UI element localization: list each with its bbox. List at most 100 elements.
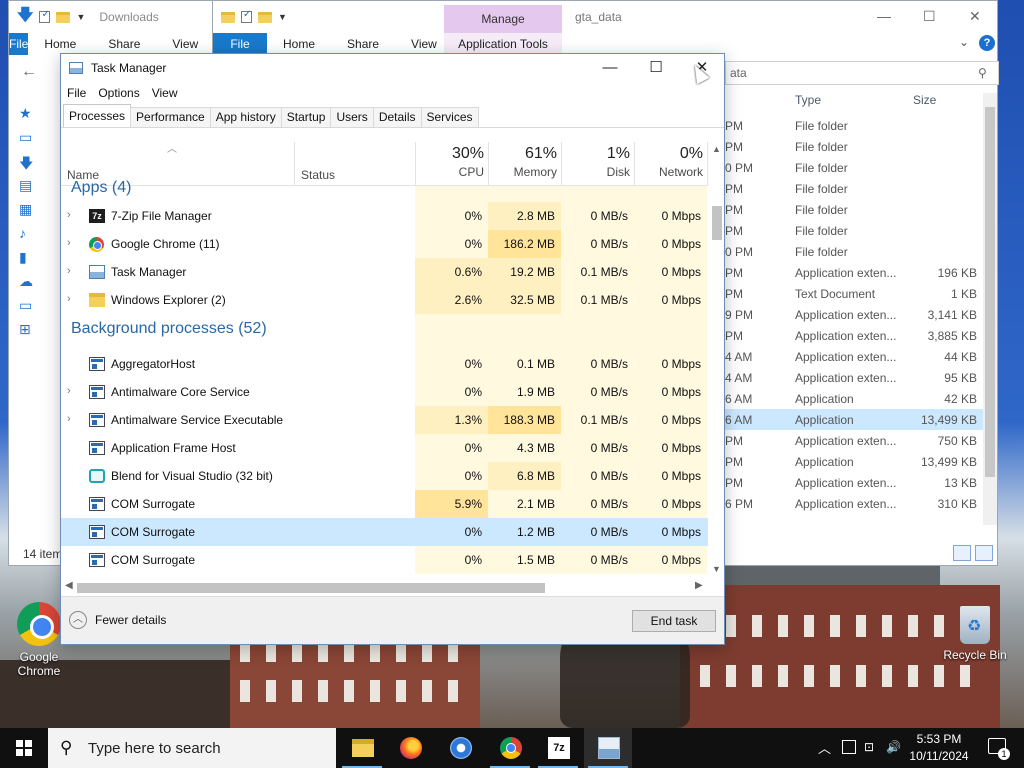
- file-row[interactable]: PM File folder: [725, 199, 995, 220]
- process-row[interactable]: › Google Chrome (11) 0% 186.2 MB 0 MB/s 0 Mbp…: [61, 230, 708, 258]
- large-icons-view-button[interactable]: [975, 545, 993, 561]
- process-table-vertical-scrollbar[interactable]: ▲ ▼: [708, 142, 724, 579]
- file-row[interactable]: PM Application exten... 3,885 KB: [725, 325, 995, 346]
- tab-manage[interactable]: Manage: [444, 5, 562, 33]
- file-row[interactable]: 0 PM File folder: [725, 157, 995, 178]
- file-row[interactable]: 6 AM Application 13,499 KB: [725, 409, 995, 430]
- expand-chevron-icon[interactable]: ›: [67, 265, 71, 277]
- file-list-scrollbar[interactable]: [983, 93, 997, 525]
- back-arrow-icon[interactable]: ←: [21, 63, 37, 81]
- music-icon[interactable]: ♪: [19, 225, 59, 249]
- tab-file[interactable]: File: [9, 33, 29, 55]
- this-pc-icon[interactable]: ▭: [19, 297, 59, 321]
- file-row[interactable]: PM Application exten... 750 KB: [725, 430, 995, 451]
- process-row[interactable]: › Antimalware Service Executable 1.3% 188.3…: [61, 406, 708, 434]
- taskbar-firefox[interactable]: [386, 728, 434, 768]
- application-tools-label[interactable]: Application Tools: [444, 33, 562, 55]
- file-row[interactable]: PM File folder: [725, 220, 995, 241]
- file-row[interactable]: PM Application exten... 13 KB: [725, 472, 995, 493]
- properties-icon[interactable]: [241, 9, 252, 23]
- tab-processes[interactable]: Processes: [63, 104, 132, 127]
- close-button[interactable]: ✕: [969, 8, 981, 25]
- minimize-button[interactable]: —: [877, 8, 891, 24]
- title-bar[interactable]: Task Manager — ☐ ✕: [61, 54, 724, 82]
- show-hidden-icons-icon[interactable]: ︿: [818, 738, 831, 757]
- chevron-down-icon[interactable]: ▼: [76, 12, 85, 22]
- start-button[interactable]: [0, 728, 48, 768]
- process-row[interactable]: › Antimalware Core Service 0% 1.9 MB 0 MB/s 0…: [61, 378, 708, 406]
- tab-view[interactable]: View: [156, 33, 214, 55]
- scroll-thumb[interactable]: [77, 583, 545, 593]
- star-icon[interactable]: ★: [19, 105, 59, 129]
- column-type[interactable]: Type: [795, 93, 913, 115]
- taskbar-chrome[interactable]: [486, 728, 534, 768]
- chevron-down-icon[interactable]: ▼: [278, 12, 287, 22]
- new-folder-icon[interactable]: [258, 11, 272, 23]
- expand-chevron-icon[interactable]: ›: [67, 293, 71, 305]
- taskbar-browser[interactable]: [436, 728, 484, 768]
- desktop-icon[interactable]: ▭: [19, 129, 59, 153]
- file-row[interactable]: 6 PM Application exten... 310 KB: [725, 493, 995, 514]
- properties-icon[interactable]: [39, 9, 51, 23]
- process-row[interactable]: COM Surrogate 0% 1.2 MB 0 MB/s 0 Mbps: [61, 518, 708, 546]
- new-folder-icon[interactable]: [56, 11, 71, 23]
- tab-app-history[interactable]: App history: [209, 107, 282, 127]
- downloads-icon[interactable]: 🡇: [19, 153, 59, 177]
- maximize-button[interactable]: ☐: [633, 54, 679, 82]
- network-icon[interactable]: ⊡: [864, 740, 878, 754]
- network-icon[interactable]: ⊞: [19, 321, 59, 345]
- task-manager-window[interactable]: Task Manager — ☐ ✕ File Options View Pro…: [60, 53, 725, 645]
- documents-icon[interactable]: ▤: [19, 177, 59, 201]
- file-row[interactable]: PM File folder: [725, 136, 995, 157]
- column-cpu[interactable]: 30% CPU: [415, 142, 488, 179]
- taskbar-task-manager[interactable]: [584, 728, 632, 768]
- file-row[interactable]: 4 AM Application exten... 44 KB: [725, 346, 995, 367]
- file-row[interactable]: 4 AM Application exten... 95 KB: [725, 367, 995, 388]
- process-row[interactable]: › Windows Explorer (2) 2.6% 32.5 MB 0.1 MB/s…: [61, 286, 708, 314]
- file-row[interactable]: 0 PM File folder: [725, 241, 995, 262]
- pictures-icon[interactable]: ▦: [19, 201, 59, 225]
- process-row[interactable]: › 7z 7-Zip File Manager 0% 2.8 MB 0 MB/s 0 Mbp…: [61, 202, 708, 230]
- ribbon-expand-icon[interactable]: ⌄: [959, 35, 969, 49]
- tab-performance[interactable]: Performance: [130, 107, 211, 127]
- column-status[interactable]: Status: [301, 168, 335, 182]
- help-icon[interactable]: ?: [979, 35, 995, 51]
- process-row[interactable]: COM Surrogate 5.9% 2.1 MB 0 MB/s 0 Mbps: [61, 490, 708, 518]
- minimize-button[interactable]: —: [587, 54, 633, 82]
- tab-users[interactable]: Users: [330, 107, 374, 127]
- scroll-down-icon[interactable]: ▼: [712, 564, 721, 574]
- column-size[interactable]: Size: [913, 93, 983, 115]
- file-row[interactable]: PM File folder: [725, 178, 995, 199]
- clock-date[interactable]: 10/11/2024: [906, 749, 972, 763]
- file-row[interactable]: PM Application 13,499 KB: [725, 451, 995, 472]
- file-row[interactable]: PM Application exten... 196 KB: [725, 262, 995, 283]
- tab-details[interactable]: Details: [372, 107, 422, 127]
- desktop-icon-recycle-bin[interactable]: Recycle Bin: [940, 606, 1010, 662]
- expand-chevron-icon[interactable]: ›: [67, 209, 71, 221]
- onedrive-icon[interactable]: ☁: [19, 273, 59, 297]
- file-row[interactable]: PM Text Document 1 KB: [725, 283, 995, 304]
- process-row[interactable]: AggregatorHost 0% 0.1 MB 0 MB/s 0 Mbps: [61, 350, 708, 378]
- expand-chevron-icon[interactable]: ›: [67, 385, 71, 397]
- taskbar-search-box[interactable]: ⚲ Type here to search: [48, 728, 336, 768]
- menu-options[interactable]: Options: [98, 86, 139, 100]
- taskbar-7zip[interactable]: 7z: [534, 728, 582, 768]
- process-group-header[interactable]: Background processes (52): [61, 314, 708, 350]
- tab-share[interactable]: Share: [92, 33, 156, 55]
- column-network[interactable]: 0% Network: [634, 142, 707, 179]
- network-device-icon[interactable]: [842, 740, 856, 754]
- scroll-thumb[interactable]: [712, 206, 722, 240]
- search-input[interactable]: ata ⚲: [725, 61, 999, 85]
- scroll-left-icon[interactable]: ◀: [65, 580, 73, 591]
- end-task-button[interactable]: End task: [632, 610, 716, 632]
- process-group-header[interactable]: Apps (4): [61, 179, 708, 202]
- menu-file[interactable]: File: [67, 86, 86, 100]
- tab-home[interactable]: Home: [28, 33, 92, 55]
- tab-file[interactable]: File: [213, 33, 267, 55]
- volume-icon[interactable]: 🔊: [886, 740, 901, 754]
- file-row[interactable]: PM File folder: [725, 115, 995, 136]
- process-row[interactable]: COM Surrogate 0% 1.5 MB 0 MB/s 0 Mbps: [61, 546, 708, 574]
- scroll-up-icon[interactable]: ▲: [712, 144, 721, 154]
- scroll-right-icon[interactable]: ▶: [695, 580, 703, 591]
- tab-home[interactable]: Home: [267, 33, 331, 55]
